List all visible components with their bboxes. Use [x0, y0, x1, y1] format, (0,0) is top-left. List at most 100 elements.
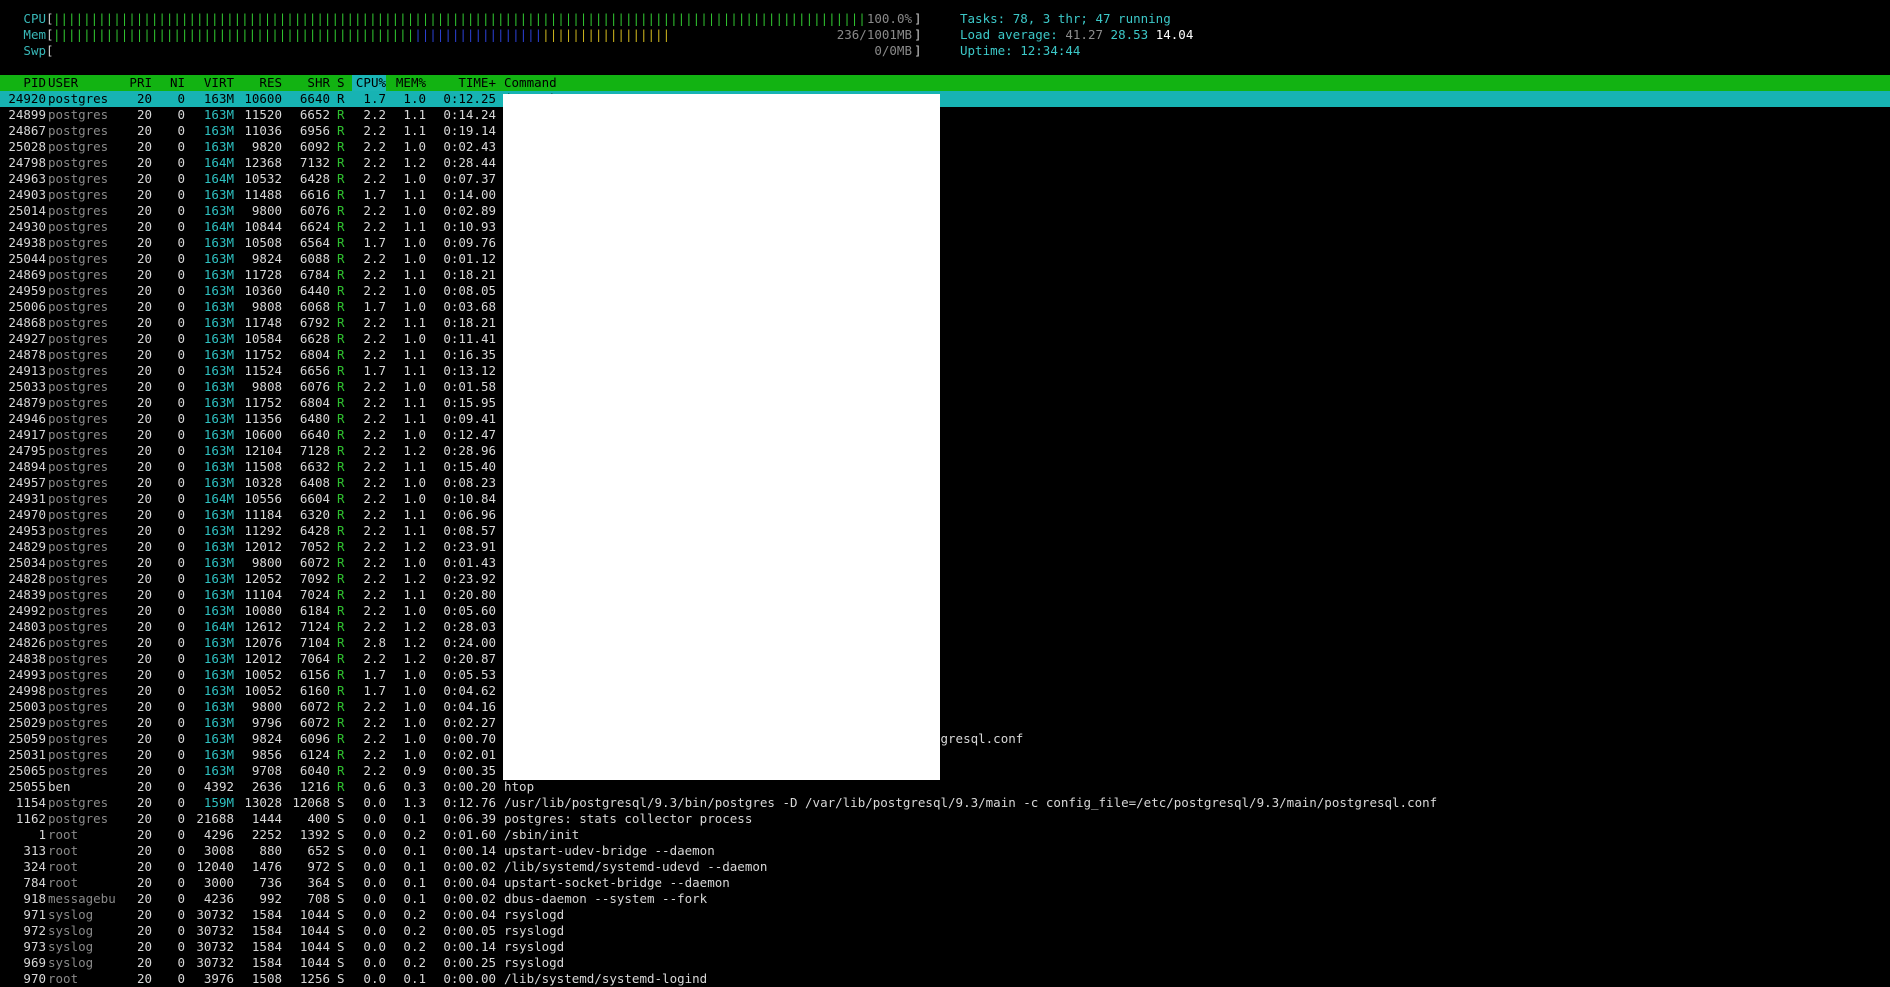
- process-row[interactable]: 24959 postgres 20 0 163M 10360 6440 R 2.2 1.0 0:08…: [0, 283, 1890, 299]
- process-ni: 0: [177, 891, 185, 906]
- column-header-time[interactable]: TIME+: [428, 75, 496, 91]
- process-pri: 20: [136, 155, 152, 170]
- process-row[interactable]: 973 syslog 20 0 30732 1584 1044 S 0.0 0.2 0:00.14 r…: [0, 939, 1890, 955]
- process-row[interactable]: 24930 postgres 20 0 164M 10844 6624 R 2.2 1.1 0:10…: [0, 219, 1890, 235]
- column-header-s[interactable]: S: [337, 75, 351, 91]
- process-time: 0:00.00: [443, 971, 496, 986]
- process-shr: 7092: [299, 571, 330, 586]
- process-row[interactable]: 24938 postgres 20 0 163M 10508 6564 R 1.7 1.0 0:09…: [0, 235, 1890, 251]
- process-s: R: [337, 395, 345, 410]
- process-shr: 6428: [299, 523, 330, 538]
- process-row[interactable]: 25006 postgres 20 0 163M 9808 6068 R 1.7 1.0 0:03.…: [0, 299, 1890, 315]
- process-user: postgres: [48, 603, 109, 618]
- process-row[interactable]: 25059 postgres 20 0 163M 9824 6096 R 2.2 1.0 0:00.…: [0, 731, 1890, 747]
- process-mem: 0.2: [403, 939, 426, 954]
- process-row[interactable]: 25065 postgres 20 0 163M 9708 6040 R 2.2 0.9 0:00.…: [0, 763, 1890, 779]
- column-header-user[interactable]: USER: [48, 75, 122, 91]
- process-virt: 163M: [203, 299, 234, 314]
- process-user: postgres: [48, 571, 109, 586]
- process-row[interactable]: 25044 postgres 20 0 163M 9824 6088 R 2.2 1.0 0:01.…: [0, 251, 1890, 267]
- process-row[interactable]: 24894 postgres 20 0 163M 11508 6632 R 2.2 1.1 0:15…: [0, 459, 1890, 475]
- process-mem: 1.0: [403, 603, 426, 618]
- process-row[interactable]: 24829 postgres 20 0 163M 12012 7052 R 2.2 1.2 0:23…: [0, 539, 1890, 555]
- process-row[interactable]: 24993 postgres 20 0 163M 10052 6156 R 1.7 1.0 0:05…: [0, 667, 1890, 683]
- cpu-meter-close-bracket: ]: [914, 11, 922, 26]
- process-time: 0:03.68: [443, 299, 496, 314]
- column-header-shr[interactable]: SHR: [284, 75, 330, 91]
- process-row[interactable]: 25028 postgres 20 0 163M 9820 6092 R 2.2 1.0 0:02.…: [0, 139, 1890, 155]
- process-pid: 24879: [8, 395, 46, 410]
- process-row[interactable]: 1162 postgres 20 0 21688 1444 400 S 0.0 0.1 0:06.3…: [0, 811, 1890, 827]
- process-row-selected[interactable]: 24920 postgres 20 0 163M 10600 6640 R 1.7 1.0 0:12…: [0, 91, 1890, 107]
- process-row[interactable]: 25055 ben 20 0 4392 2636 1216 R 0.6 0.3 0:00.20 hto…: [0, 779, 1890, 795]
- process-mem: 1.1: [403, 587, 426, 602]
- process-row[interactable]: 918 messagebu 20 0 4236 992 708 S 0.0 0.1 0:00.02 d…: [0, 891, 1890, 907]
- process-row[interactable]: 24868 postgres 20 0 163M 11748 6792 R 2.2 1.1 0:18…: [0, 315, 1890, 331]
- process-row[interactable]: 24953 postgres 20 0 163M 11292 6428 R 2.2 1.1 0:08…: [0, 523, 1890, 539]
- column-header-cpu-sorted[interactable]: CPU%: [352, 75, 386, 91]
- process-row[interactable]: 24828 postgres 20 0 163M 12052 7092 R 2.2 1.2 0:23…: [0, 571, 1890, 587]
- column-header-command[interactable]: Command: [504, 75, 557, 91]
- process-user: postgres: [48, 811, 109, 826]
- process-row[interactable]: 25003 postgres 20 0 163M 9800 6072 R 2.2 1.0 0:04.…: [0, 699, 1890, 715]
- process-row[interactable]: 1 root 20 0 4296 2252 1392 S 0.0 0.2 0:01.60/sbin/…: [0, 827, 1890, 843]
- process-pri: 20: [136, 363, 152, 378]
- process-row[interactable]: 24992 postgres 20 0 163M 10080 6184 R 2.2 1.0 0:05…: [0, 603, 1890, 619]
- process-row[interactable]: 24913 postgres 20 0 163M 11524 6656 R 1.7 1.1 0:13…: [0, 363, 1890, 379]
- process-row[interactable]: 25033 postgres 20 0 163M 9808 6076 R 2.2 1.0 0:01.…: [0, 379, 1890, 395]
- process-row[interactable]: 24869 postgres 20 0 163M 11728 6784 R 2.2 1.1 0:18…: [0, 267, 1890, 283]
- column-header-ni[interactable]: NI: [155, 75, 185, 91]
- process-ni: 0: [177, 731, 185, 746]
- process-row[interactable]: 24803 postgres 20 0 164M 12612 7124 R 2.2 1.2 0:28…: [0, 619, 1890, 635]
- process-row[interactable]: 24998 postgres 20 0 163M 10052 6160 R 1.7 1.0 0:04…: [0, 683, 1890, 699]
- column-header-virt[interactable]: VIRT: [188, 75, 234, 91]
- process-row[interactable]: 24878 postgres 20 0 163M 11752 6804 R 2.2 1.1 0:16…: [0, 347, 1890, 363]
- process-row[interactable]: 24903 postgres 20 0 163M 11488 6616 R 1.7 1.1 0:14…: [0, 187, 1890, 203]
- process-res: 12368: [244, 155, 282, 170]
- process-row[interactable]: 24970 postgres 20 0 163M 11184 6320 R 2.2 1.1 0:06…: [0, 507, 1890, 523]
- process-row[interactable]: 24927 postgres 20 0 163M 10584 6628 R 2.2 1.0 0:11…: [0, 331, 1890, 347]
- process-row[interactable]: 24838 postgres 20 0 163M 12012 7064 R 2.2 1.2 0:20…: [0, 651, 1890, 667]
- process-user: postgres: [48, 747, 109, 762]
- process-s: R: [337, 587, 345, 602]
- process-row[interactable]: 24917 postgres 20 0 163M 10600 6640 R 2.2 1.0 0:12…: [0, 427, 1890, 443]
- process-row[interactable]: 24826 postgres 20 0 163M 12076 7104 R 2.8 1.2 0:24…: [0, 635, 1890, 651]
- process-row[interactable]: 24946 postgres 20 0 163M 11356 6480 R 2.2 1.1 0:09…: [0, 411, 1890, 427]
- process-row[interactable]: 25014 postgres 20 0 163M 9800 6076 R 2.2 1.0 0:02.…: [0, 203, 1890, 219]
- column-header-mem[interactable]: MEM%: [392, 75, 426, 91]
- process-row[interactable]: 1154 postgres 20 0 159M 13028 12068 S 0.0 1.3 0:12…: [0, 795, 1890, 811]
- process-row[interactable]: 24963 postgres 20 0 164M 10532 6428 R 2.2 1.0 0:07…: [0, 171, 1890, 187]
- process-row[interactable]: 24899 postgres 20 0 163M 11520 6652 R 2.2 1.1 0:14…: [0, 107, 1890, 123]
- process-s: R: [337, 651, 345, 666]
- process-row[interactable]: 784 root 20 0 3000 736 364 S 0.0 0.1 0:00.04 upstar…: [0, 875, 1890, 891]
- process-row[interactable]: 24879 postgres 20 0 163M 11752 6804 R 2.2 1.1 0:15…: [0, 395, 1890, 411]
- process-row[interactable]: 24839 postgres 20 0 163M 11104 7024 R 2.2 1.1 0:20…: [0, 587, 1890, 603]
- process-virt: 163M: [203, 187, 234, 202]
- process-pid: 25031: [8, 747, 46, 762]
- process-time: 0:02.89: [443, 203, 496, 218]
- process-row[interactable]: 24798 postgres 20 0 164M 12368 7132 R 2.2 1.2 0:28…: [0, 155, 1890, 171]
- column-header-pid[interactable]: PID: [0, 75, 46, 91]
- process-res: 1584: [251, 923, 282, 938]
- process-row[interactable]: 24957 postgres 20 0 163M 10328 6408 R 2.2 1.0 0:08…: [0, 475, 1890, 491]
- process-cpu: 2.2: [363, 747, 386, 762]
- process-pid: 24867: [8, 123, 46, 138]
- process-row[interactable]: 24867 postgres 20 0 163M 11036 6956 R 2.2 1.1 0:19…: [0, 123, 1890, 139]
- process-row[interactable]: 313 root 20 0 3008 880 652 S 0.0 0.1 0:00.14 upstar…: [0, 843, 1890, 859]
- column-header-pri[interactable]: PRI: [120, 75, 152, 91]
- process-pid: 1154: [15, 795, 46, 810]
- process-row[interactable]: 969 syslog 20 0 30732 1584 1044 S 0.0 0.2 0:00.25 r…: [0, 955, 1890, 971]
- process-row[interactable]: 25034 postgres 20 0 163M 9800 6072 R 2.2 1.0 0:01.…: [0, 555, 1890, 571]
- process-row[interactable]: 972 syslog 20 0 30732 1584 1044 S 0.0 0.2 0:00.05 r…: [0, 923, 1890, 939]
- process-user: postgres: [48, 123, 109, 138]
- process-row[interactable]: 25029 postgres 20 0 163M 9796 6072 R 2.2 1.0 0:02.…: [0, 715, 1890, 731]
- column-header-res[interactable]: RES: [236, 75, 282, 91]
- process-row[interactable]: 970 root 20 0 3976 1508 1256 S 0.0 0.1 0:00.00/lib…: [0, 971, 1890, 987]
- process-row[interactable]: 971 syslog 20 0 30732 1584 1044 S 0.0 0.2 0:00.04 r…: [0, 907, 1890, 923]
- process-row[interactable]: 25031 postgres 20 0 163M 9856 6124 R 2.2 1.0 0:02.…: [0, 747, 1890, 763]
- process-row[interactable]: 324 root 20 0 12040 1476 972 S 0.0 0.1 0:00.02/lib…: [0, 859, 1890, 875]
- process-pri: 20: [136, 139, 152, 154]
- process-pri: 20: [136, 123, 152, 138]
- process-row[interactable]: 24795 postgres 20 0 163M 12104 7128 R 2.2 1.2 0:28…: [0, 443, 1890, 459]
- process-row[interactable]: 24931 postgres 20 0 164M 10556 6604 R 2.2 1.0 0:10…: [0, 491, 1890, 507]
